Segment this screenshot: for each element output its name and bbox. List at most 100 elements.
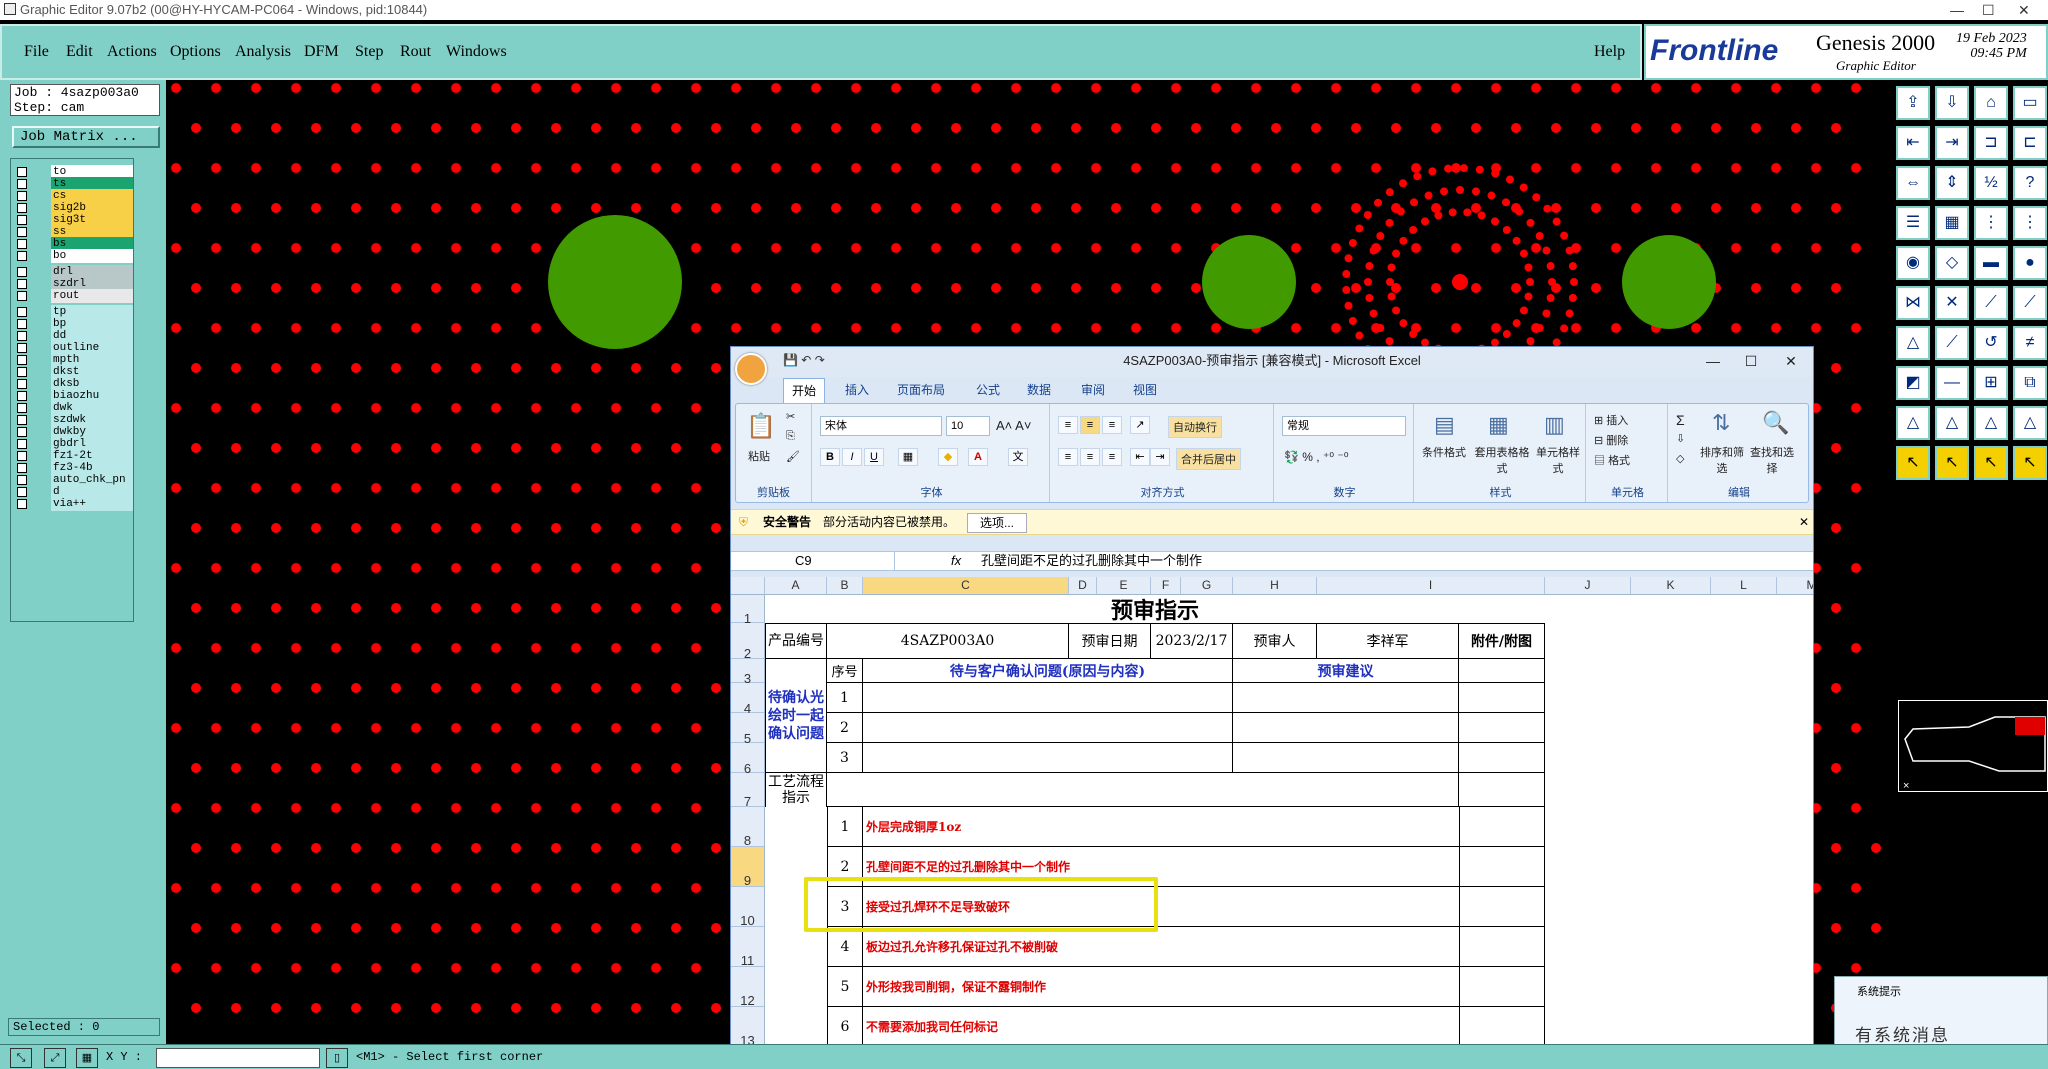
security-close-icon[interactable]: ✕ — [1799, 510, 1809, 534]
process-header-blank[interactable] — [827, 773, 1459, 807]
system-notice-popup[interactable]: 系统提示 有系统消息 — [1834, 976, 2048, 1046]
row-header[interactable]: 2 — [731, 623, 765, 661]
layer-checkbox[interactable] — [17, 403, 27, 413]
process-attach[interactable] — [1459, 1007, 1545, 1047]
tool-button-icon[interactable]: ⟋ — [1974, 286, 2008, 320]
tool-button-icon[interactable]: ▬ — [1974, 246, 2008, 280]
cell-style-label[interactable]: 单元格样式 — [1534, 444, 1582, 476]
menu-actions[interactable]: Actions — [107, 43, 157, 61]
align-right-icon[interactable]: ≡ — [1102, 448, 1122, 466]
process-text[interactable]: 外形按我司削铜，保证不露铜制作 — [863, 967, 1459, 1007]
tab-page-layout[interactable]: 页面布局 — [897, 381, 945, 398]
find-select-icon[interactable]: 🔍 — [1762, 410, 1789, 436]
process-attach[interactable] — [1459, 773, 1545, 807]
pending-attach[interactable] — [1459, 743, 1545, 773]
tool-button-icon[interactable]: ⟋ — [2013, 286, 2047, 320]
name-box[interactable]: C9 — [735, 552, 895, 570]
layer-checkbox[interactable] — [17, 319, 27, 329]
row-header[interactable]: 10 — [731, 887, 765, 928]
pending-attach[interactable] — [1459, 713, 1545, 743]
fill-icon[interactable]: ⇩ — [1676, 432, 1685, 445]
tool-button-icon[interactable]: ↖ — [1935, 446, 1969, 480]
tool-button-icon[interactable]: ⇔ — [1896, 166, 1930, 200]
tool-button-icon[interactable]: ↖ — [1974, 446, 2008, 480]
orientation-icon[interactable]: ↗ — [1130, 416, 1150, 434]
layer-checkbox[interactable] — [17, 343, 27, 353]
pending-issue[interactable] — [863, 713, 1233, 743]
tool-button-icon[interactable]: ▭ — [2013, 86, 2047, 120]
tool-button-icon[interactable]: ⊏ — [2013, 126, 2047, 160]
tool-button-icon[interactable]: ≠ — [2013, 326, 2047, 360]
sort-filter-icon[interactable]: ⇅ — [1712, 410, 1730, 436]
column-header[interactable]: E — [1097, 577, 1151, 595]
font-color-icon[interactable]: A — [968, 448, 988, 466]
decrease-indent-icon[interactable]: ⇤ — [1130, 448, 1150, 466]
bold-button[interactable]: B — [820, 448, 840, 466]
tool-button-icon[interactable]: ◉ — [1896, 246, 1930, 280]
tab-data[interactable]: 数据 — [1027, 381, 1051, 398]
redo-icon[interactable]: ↷ — [815, 353, 825, 367]
border-icon[interactable]: ▦ — [898, 448, 918, 466]
layer-checkbox[interactable] — [17, 451, 27, 461]
tool-button-icon[interactable]: △ — [2013, 406, 2047, 440]
pending-suggest[interactable] — [1233, 683, 1459, 713]
undo-icon[interactable]: ↶ — [801, 353, 811, 367]
layer-checkbox[interactable] — [17, 179, 27, 189]
layer-checkbox[interactable] — [17, 427, 27, 437]
paste-icon[interactable]: 📋 — [746, 412, 776, 441]
tool-button-icon[interactable]: ↖ — [1896, 446, 1930, 480]
column-header[interactable]: G — [1181, 577, 1233, 595]
row-header[interactable]: 6 — [731, 743, 765, 776]
reviewer-value[interactable]: 李祥军 — [1317, 623, 1459, 659]
layer-checkbox[interactable] — [17, 203, 27, 213]
tool-button-icon[interactable]: ✕ — [1935, 286, 1969, 320]
pending-issue[interactable] — [863, 683, 1233, 713]
font-name-select[interactable]: 宋体 — [820, 416, 942, 436]
fx-icon[interactable]: fx — [951, 552, 961, 570]
pending-suggest[interactable] — [1233, 713, 1459, 743]
save-icon[interactable]: 💾 — [783, 353, 798, 367]
xy-field[interactable] — [156, 1048, 320, 1068]
layer-checkbox[interactable] — [17, 391, 27, 401]
column-header[interactable]: H — [1233, 577, 1317, 595]
fill-color-icon[interactable]: ◆ — [938, 448, 958, 466]
row-header[interactable]: 3 — [731, 659, 765, 686]
tool-button-icon[interactable]: ⇩ — [1935, 86, 1969, 120]
security-options-button[interactable]: 选项... — [967, 513, 1028, 533]
cell-style-icon[interactable]: ▥ — [1544, 412, 1565, 438]
menu-windows[interactable]: Windows — [446, 43, 507, 61]
tool-button-icon[interactable]: ⌂ — [1974, 86, 2008, 120]
row-header[interactable]: 5 — [731, 713, 765, 746]
underline-button[interactable]: U — [864, 448, 884, 466]
menu-file[interactable]: File — [24, 43, 49, 61]
tool-button-icon[interactable]: ⇥ — [1935, 126, 1969, 160]
tool-button-icon[interactable]: ⊞ — [1974, 366, 2008, 400]
tool-button-icon[interactable]: ▦ — [1935, 206, 1969, 240]
worksheet-grid[interactable]: ABCDEFGHIJKLM12345678910111213预审指示产品编号4S… — [731, 577, 1813, 1068]
tool-button-icon[interactable]: ◩ — [1896, 366, 1930, 400]
cut-icon[interactable]: ✂ — [786, 410, 795, 423]
column-header[interactable]: K — [1631, 577, 1711, 595]
column-header[interactable]: D — [1069, 577, 1097, 595]
process-text[interactable]: 板边过孔允许移孔保证过孔不被削破 — [863, 927, 1459, 967]
tool-button-icon[interactable]: ◇ — [1935, 246, 1969, 280]
layer-label[interactable]: bo — [51, 249, 133, 263]
row-header[interactable]: 4 — [731, 683, 765, 716]
row-header[interactable]: 8 — [731, 807, 765, 848]
snap-icon[interactable]: ▯ — [326, 1048, 348, 1068]
tool-button-icon[interactable]: ⇪ — [1896, 86, 1930, 120]
pending-attach[interactable] — [1459, 683, 1545, 713]
align-left-icon[interactable]: ≡ — [1058, 448, 1078, 466]
close-icon[interactable]: ✕ — [2018, 0, 2030, 20]
row-header[interactable]: 11 — [731, 927, 765, 968]
find-select-label[interactable]: 查找和选择 — [1750, 444, 1794, 476]
menu-dfm[interactable]: DFM — [304, 43, 339, 61]
tool-button-icon[interactable]: ― — [1935, 366, 1969, 400]
process-attach[interactable] — [1459, 807, 1545, 847]
tool-button-icon[interactable]: ● — [2013, 246, 2047, 280]
layer-checkbox[interactable] — [17, 227, 27, 237]
tool-button-icon[interactable]: ↺ — [1974, 326, 2008, 360]
table-format-label[interactable]: 套用表格格式 — [1474, 444, 1530, 476]
row-header[interactable]: 12 — [731, 967, 765, 1008]
date-value[interactable]: 2023/2/17 — [1151, 623, 1233, 659]
